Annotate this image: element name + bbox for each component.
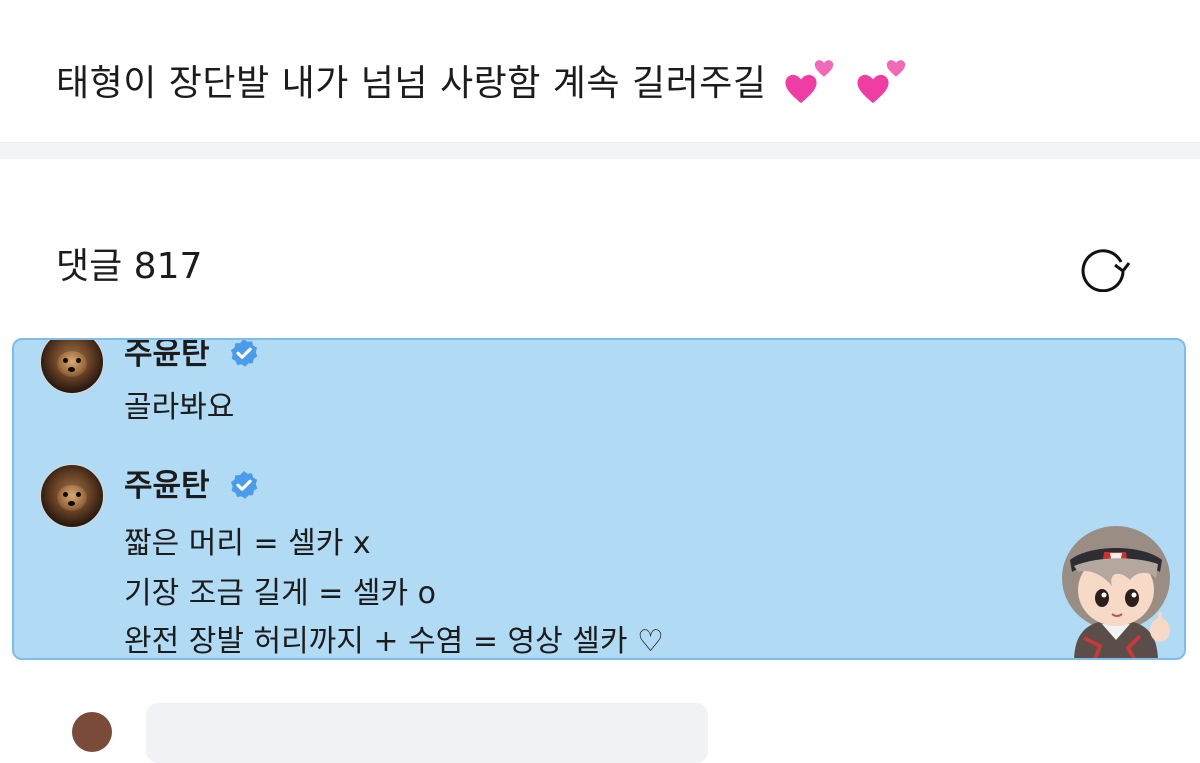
verified-badge-icon — [231, 470, 258, 499]
two-hearts-icon — [784, 59, 836, 104]
comment-text-line: 짧은 머리 = 셀카 x — [124, 526, 371, 561]
comments-count-label: 댓글 817 — [56, 246, 203, 287]
verified-badge-icon — [231, 340, 258, 367]
chibi-character-sticker-icon — [1062, 526, 1170, 658]
comment-username[interactable]: 주윤탄 — [124, 466, 260, 506]
post-body: 태형이 장단발 내가 넘넘 사랑함 계속 길러주길 — [56, 63, 767, 104]
section-divider — [0, 142, 1200, 159]
avatar[interactable] — [72, 712, 112, 752]
comment-text: 골라봐요 — [124, 390, 235, 425]
comment-bubble — [146, 703, 708, 763]
avatar[interactable] — [40, 340, 104, 394]
comment-text-line: 기장 조금 길게 = 셀카 o — [124, 576, 436, 611]
refresh-icon — [1081, 249, 1131, 292]
avatar[interactable] — [40, 464, 104, 528]
highlighted-comment-thread: 주윤탄 골라봐요 주윤탄 짧은 머리 = 셀카 x 기장 조금 길게 = 셀카 … — [12, 338, 1186, 660]
emoji-group — [784, 59, 908, 104]
two-hearts-icon — [856, 59, 908, 104]
refresh-button[interactable] — [1076, 243, 1132, 293]
comment-text-line: 완전 장발 허리까지 + 수염 = 영상 셀카 ♡ — [124, 624, 664, 659]
post-text: 태형이 장단발 내가 넘넘 사랑함 계속 길러주길 — [56, 60, 908, 108]
comment-username[interactable]: 주윤탄 — [124, 340, 260, 374]
